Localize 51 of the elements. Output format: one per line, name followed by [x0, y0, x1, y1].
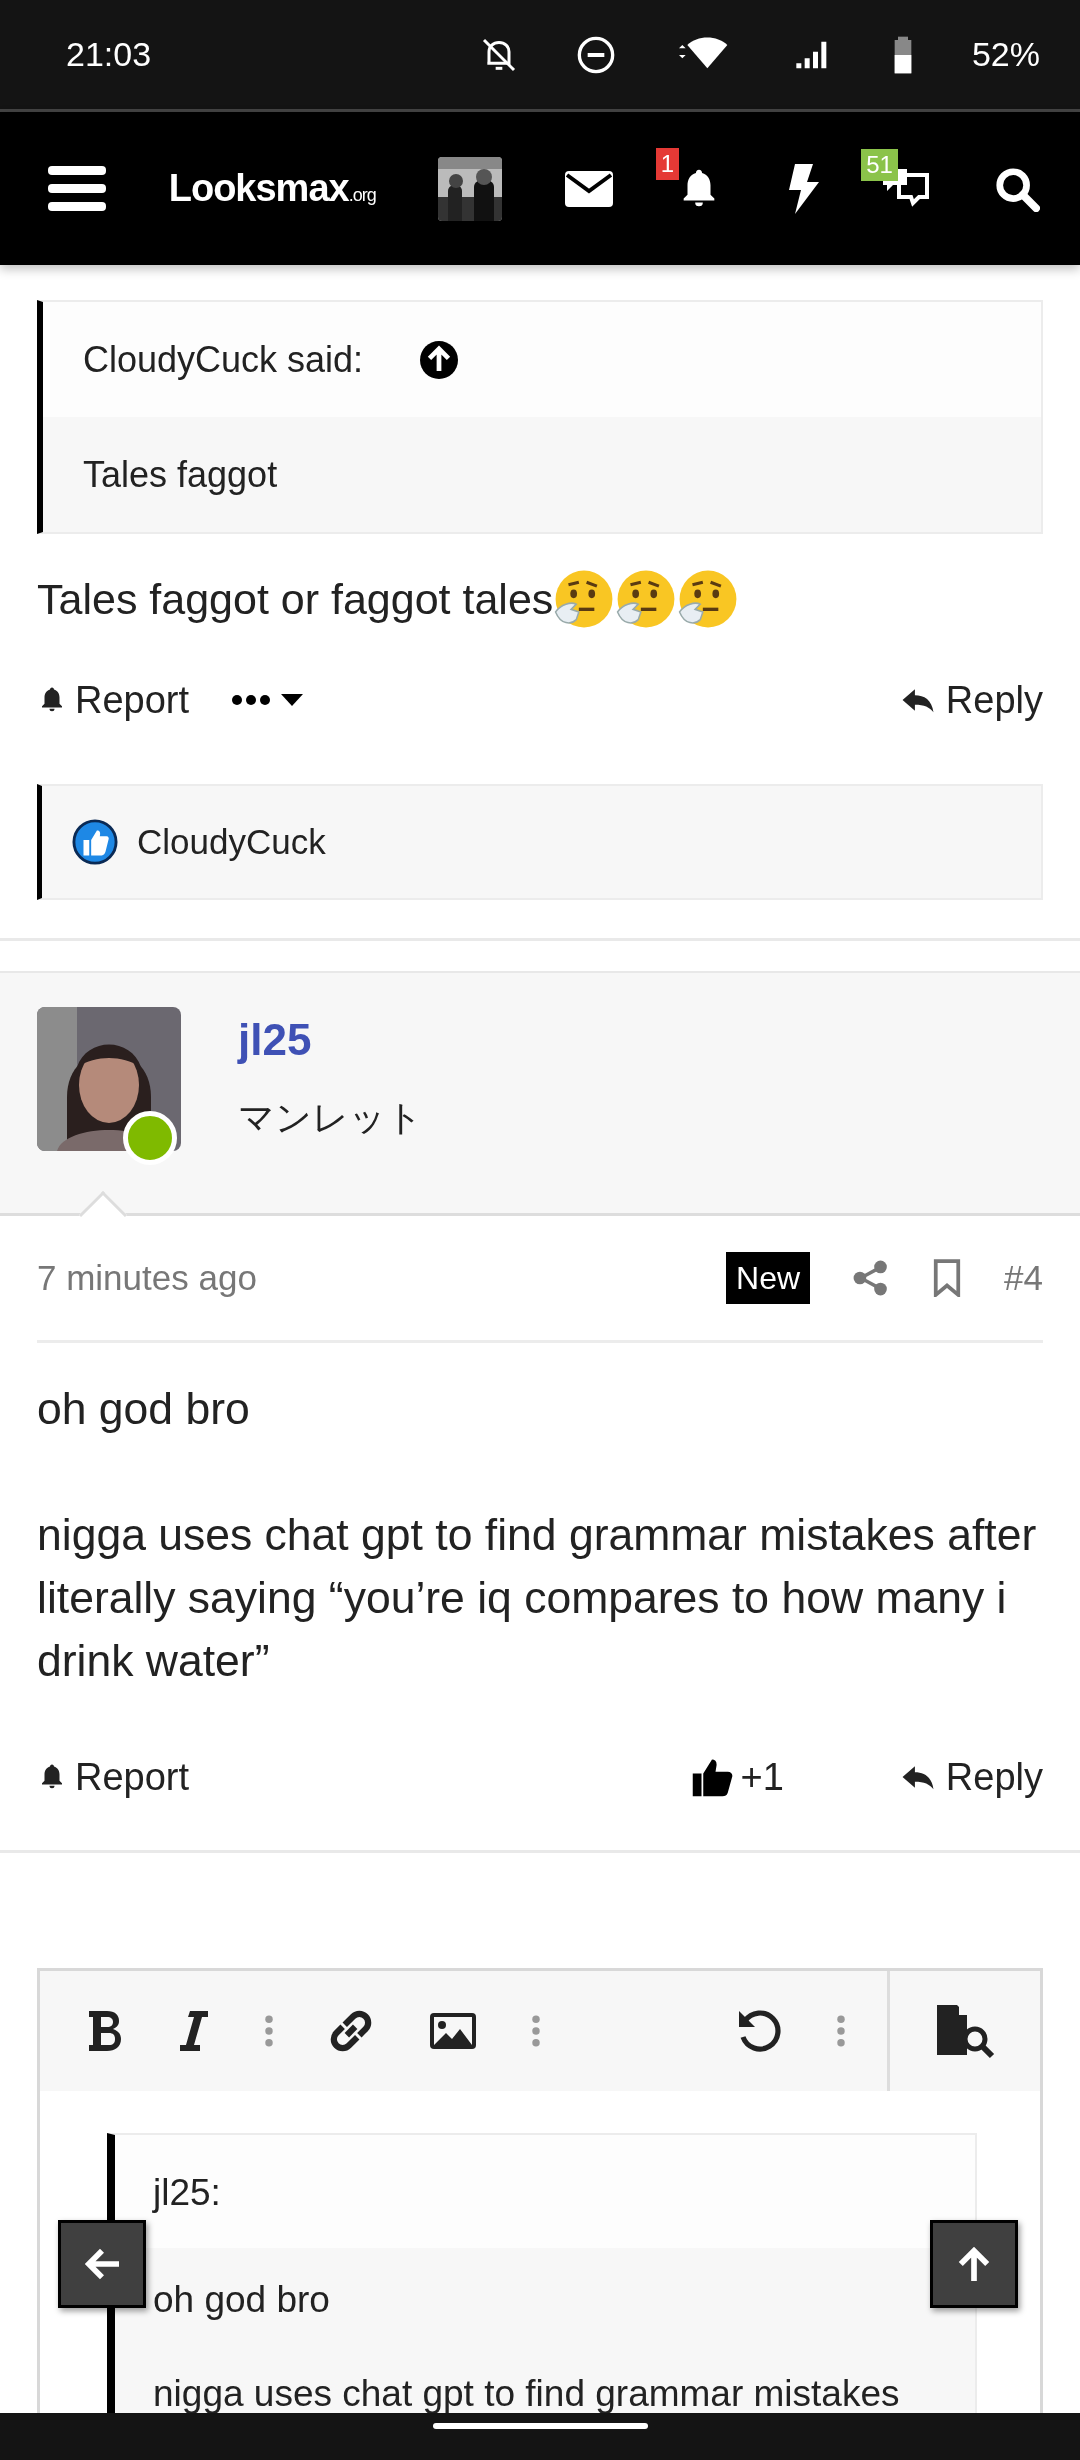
like-button[interactable]: +1 [690, 1748, 784, 1806]
quote-text: oh god bro [153, 2280, 330, 2320]
like-reaction-icon [72, 819, 118, 865]
search-icon [993, 165, 1040, 212]
report-button[interactable]: Report [37, 671, 190, 729]
vertical-dots-icon [262, 2015, 275, 2047]
search-button[interactable] [993, 165, 1040, 212]
document-search-icon [935, 2003, 995, 2059]
vertical-dots-icon [529, 2015, 542, 2047]
more-insert-options-button[interactable] [529, 2015, 542, 2047]
reply-button[interactable]: Reply [897, 671, 1043, 729]
arrow-up-circle-icon [420, 340, 459, 379]
scroll-top-button[interactable] [930, 2220, 1018, 2308]
username-link[interactable]: jl25 [238, 1007, 423, 1073]
report-button[interactable]: Report [37, 1748, 190, 1806]
post-time-link[interactable]: 7 minutes ago [37, 1251, 257, 1305]
reply-button[interactable]: Reply [897, 1748, 1043, 1806]
account-avatar[interactable] [438, 156, 503, 221]
post-number-link[interactable]: #4 [1004, 1251, 1043, 1305]
quote-text: nigga uses chat gpt to find grammar mistakes [153, 2374, 900, 2414]
post-text: Tales faggot or faggot tales [37, 574, 554, 625]
back-button[interactable] [58, 2220, 146, 2308]
post-text: oh god bro [37, 1383, 251, 1435]
jump-to-quote-link[interactable] [420, 340, 459, 379]
bookmark-icon [932, 1259, 963, 1297]
arrow-up-icon [957, 2245, 991, 2283]
image-icon [428, 2011, 478, 2051]
reaction-user-link[interactable]: CloudyCuck [137, 815, 326, 869]
quote-text: Tales faggot [83, 452, 278, 497]
inbox-button[interactable] [565, 170, 614, 207]
quote-author: jl25: [153, 2172, 221, 2213]
battery-percent: 52% [971, 34, 1040, 75]
conversations-count: 51 [861, 148, 898, 181]
user-title: マンレット [238, 1096, 423, 1140]
new-label: New [726, 1252, 811, 1304]
thumbs-up-icon [690, 1757, 733, 1797]
envelope-icon [565, 170, 614, 207]
site-logo[interactable]: Looksmax.org [168, 160, 376, 217]
preview-button[interactable] [935, 2003, 995, 2059]
clock-time: 21:03 [66, 34, 152, 75]
post-text: nigga uses chat gpt to find grammar mistakes after literally saying “you’re iq compares to how many i drink water” [37, 1509, 1038, 1687]
menu-icon [48, 165, 106, 212]
quote-author: CloudyCuck said: [83, 337, 364, 382]
bookmark-button[interactable] [932, 1259, 963, 1297]
menu-button[interactable] [48, 165, 106, 212]
arrow-left-icon [83, 2247, 121, 2281]
more-text-options-button[interactable] [262, 2015, 275, 2047]
alerts-count: 1 [655, 147, 680, 180]
vertical-dots-icon [835, 2015, 847, 2047]
do-not-disturb-icon [575, 34, 616, 75]
image-button[interactable] [428, 2011, 478, 2051]
